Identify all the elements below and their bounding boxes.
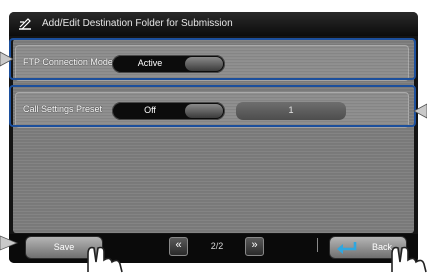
double-chevron-right-icon: » — [251, 239, 258, 251]
next-page-button[interactable]: » — [245, 237, 264, 256]
ftp-row-highlight — [9, 38, 416, 80]
callout-arrow-right — [413, 103, 427, 119]
page-title: Add/Edit Destination Folder for Submissi… — [42, 18, 233, 29]
pointing-hand-icon — [87, 246, 123, 273]
return-arrow-icon — [337, 242, 357, 254]
previous-page-button[interactable]: « — [169, 237, 188, 256]
pointing-hand-icon — [391, 246, 427, 273]
device-frame: Add/Edit Destination Folder for Submissi… — [0, 0, 427, 273]
call-row-highlight — [9, 85, 416, 127]
title-bar: Add/Edit Destination Folder for Submissi… — [9, 12, 418, 36]
folder-edit-icon — [19, 18, 31, 30]
page-indicator: 2/2 — [210, 241, 224, 251]
callout-arrow-left-bottom — [0, 235, 18, 251]
double-chevron-left-icon: « — [175, 239, 182, 251]
callout-arrow-left-top — [0, 51, 14, 67]
footer-divider — [317, 238, 318, 252]
